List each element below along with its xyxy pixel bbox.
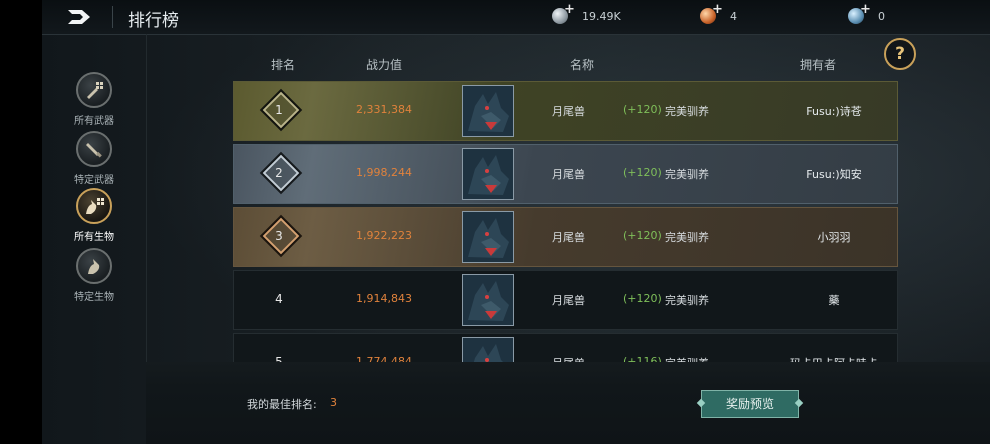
currency-silver[interactable]: + 19.49K (552, 2, 621, 24)
left-margin (0, 0, 42, 444)
creature-name: 月尾兽 (552, 105, 585, 118)
creature-portrait-icon (462, 274, 514, 326)
sidebar-item-all-weapons[interactable]: 所有武器 (42, 72, 146, 127)
power-value: 2,331,384 (356, 103, 412, 116)
back-arrow-icon (68, 10, 90, 24)
title-divider (112, 6, 113, 28)
table-row[interactable]: 4 1,914,843 月尾兽 (+120) 完美驯养 藥 (233, 270, 898, 330)
page-title: 排行榜 (128, 11, 179, 31)
reward-preview-button[interactable]: 奖励预览 (696, 390, 804, 418)
column-header-rank: 排名 (271, 58, 296, 72)
currency-value: 4 (730, 9, 737, 23)
add-icon: + (860, 2, 871, 17)
owner-name: 藥 (828, 294, 840, 307)
orange-coin-icon: + (700, 2, 723, 24)
sidebar-item-all-creatures[interactable]: 所有生物 (42, 188, 146, 243)
rank-number: 1 (275, 103, 283, 117)
creature-portrait-icon (462, 148, 514, 200)
table-row[interactable]: 3 1,922,223 月尾兽 (+120) 完美驯养 小羽羽 (233, 207, 898, 267)
sword-grid-icon (76, 72, 112, 108)
rank-number: 2 (275, 166, 283, 180)
tame-status: 完美驯养 (665, 231, 709, 244)
creature-portrait-icon (462, 85, 514, 137)
bonus-value: (+120) (623, 103, 662, 116)
power-value: 1,998,244 (356, 166, 412, 179)
tame-status: 完美驯养 (665, 168, 709, 181)
bonus-value: (+120) (623, 166, 662, 179)
bonus-value: (+120) (623, 229, 662, 242)
best-rank-value: 3 (330, 396, 337, 409)
column-header-power: 战力值 (366, 58, 403, 72)
add-icon: + (564, 2, 575, 17)
add-icon: + (712, 2, 723, 17)
creature-icon (76, 248, 112, 284)
creature-grid-icon (76, 188, 112, 224)
bonus-value: (+120) (623, 292, 662, 305)
currency-blue[interactable]: + 0 (848, 2, 885, 24)
rank-number: 3 (275, 229, 283, 243)
sidebar-item-label: 特定生物 (74, 292, 114, 303)
sword-icon (76, 131, 112, 167)
power-value: 1,922,223 (356, 229, 412, 242)
rank-number: 4 (275, 292, 283, 306)
tame-status: 完美驯养 (665, 294, 709, 307)
sidebar-item-specific-weapon[interactable]: 特定武器 (42, 131, 146, 186)
currency-value: 19.49K (582, 9, 621, 23)
reward-preview-label: 奖励预览 (725, 397, 774, 411)
sidebar-item-label: 所有生物 (74, 232, 114, 243)
silver-coin-icon: + (552, 2, 575, 24)
column-header-name: 名称 (570, 58, 595, 72)
creature-name: 月尾兽 (552, 231, 585, 244)
owner-name: 小羽羽 (817, 231, 851, 244)
help-button[interactable]: ? (884, 38, 916, 70)
creature-portrait-icon (462, 211, 514, 263)
table-row[interactable]: 2 1,998,244 月尾兽 (+120) 完美驯养 Fusu:)知安 (233, 144, 898, 204)
column-header-owner: 拥有者 (800, 58, 837, 72)
blue-coin-icon: + (848, 2, 871, 24)
table-row[interactable]: 1 2,331,384 月尾兽 (+120) 完美驯养 Fusu:)诗苍 (233, 81, 898, 141)
top-bar: 排行榜 + 19.49K + 4 + 0 (42, 0, 990, 35)
power-value: 1,914,843 (356, 292, 412, 305)
sidebar-item-label: 特定武器 (74, 175, 114, 186)
creature-name: 月尾兽 (552, 168, 585, 181)
tame-status: 完美驯养 (665, 105, 709, 118)
creature-name: 月尾兽 (552, 294, 585, 307)
back-button[interactable] (66, 7, 94, 27)
sidebar-item-label: 所有武器 (74, 116, 114, 127)
owner-name: Fusu:)知安 (806, 168, 862, 181)
best-rank-label: 我的最佳排名: (247, 398, 317, 411)
currency-value: 0 (878, 9, 885, 23)
sidebar: 所有武器 特定武器 所有生物 特定生物 (42, 34, 147, 444)
sidebar-item-specific-creature[interactable]: 特定生物 (42, 248, 146, 303)
owner-name: Fusu:)诗苍 (806, 105, 862, 118)
currency-orange[interactable]: + 4 (700, 2, 737, 24)
